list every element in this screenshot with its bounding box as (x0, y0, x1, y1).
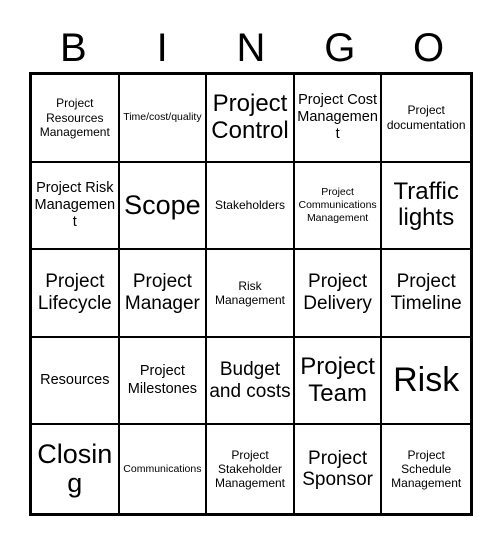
bingo-cell-label: Project Timeline (390, 271, 462, 314)
bingo-cell-label: Budget and costs (209, 358, 291, 402)
bingo-cell-label: Project Risk Management (34, 179, 116, 230)
bingo-cell-r5c4[interactable]: Project Sponsor (294, 425, 383, 513)
bingo-cell-r2c3[interactable]: Stakeholders (207, 162, 295, 251)
bingo-header-letter-i: I (156, 26, 168, 70)
bingo-header-row: B I N G O (29, 22, 473, 70)
bingo-cell-r4c2[interactable]: Project Milestones (119, 337, 208, 426)
bingo-cell-r5c1[interactable]: Closing (32, 425, 120, 513)
bingo-cell-r2c4[interactable]: Project Communications Management (294, 162, 383, 251)
bingo-cell-r5c5[interactable]: Project Schedule Management (382, 425, 470, 513)
bingo-cell-label: Project Lifecycle (37, 271, 112, 314)
bingo-cell-r1c2[interactable]: Time/cost/quality (119, 75, 208, 163)
bingo-cell-label: Project Schedule Management (391, 447, 462, 491)
bingo-cell-label: Risk (393, 361, 460, 400)
bingo-header-letter-o: O (413, 26, 445, 70)
bingo-cell-r4c4[interactable]: Project Team (294, 337, 383, 426)
bingo-cell-label: Project Team (300, 352, 375, 407)
bingo-cell-label: Communications (123, 462, 202, 475)
bingo-grid: Project Resources Management Time/cost/qu… (29, 72, 473, 516)
bingo-cell-label: Project Delivery (303, 271, 372, 314)
bingo-cell-label: Traffic lights (393, 177, 459, 232)
bingo-cell-r3c2[interactable]: Project Manager (119, 250, 208, 338)
bingo-cell-label: Project Cost Management (297, 92, 378, 143)
bingo-card: B I N G O Project Resources Management Ti… (0, 0, 501, 544)
bingo-header-letter-b: B (60, 26, 87, 70)
bingo-cell-r4c3[interactable]: Budget and costs (207, 337, 295, 426)
bingo-cell-r2c1[interactable]: Project Risk Management (32, 162, 120, 251)
bingo-cell-label: Project Manager (124, 271, 200, 314)
bingo-cell-label: Stakeholders (214, 198, 286, 213)
bingo-cell-r1c3[interactable]: Project Control (207, 75, 295, 163)
bingo-header-letter-g: G (324, 26, 356, 70)
bingo-cell-label: Scope (124, 189, 201, 220)
bingo-cell-r1c1[interactable]: Project Resources Management (32, 75, 120, 163)
bingo-cell-label: Project Milestones (127, 363, 198, 397)
bingo-cell-label: Project Communications Management (298, 186, 377, 224)
bingo-cell-r3c1[interactable]: Project Lifecycle (32, 250, 120, 338)
bingo-cell-r5c2[interactable]: Communications (119, 425, 208, 513)
bingo-cell-label: Project documentation (386, 103, 466, 132)
bingo-cell-r3c3[interactable]: Risk Management (207, 250, 295, 338)
bingo-cell-r2c5[interactable]: Traffic lights (382, 162, 470, 251)
bingo-header-letter-n: N (236, 26, 266, 70)
bingo-cell-r1c4[interactable]: Project Cost Management (294, 75, 383, 163)
bingo-cell-r3c4[interactable]: Project Delivery (294, 250, 383, 338)
bingo-cell-label: Resources (40, 372, 110, 389)
bingo-cell-r3c5[interactable]: Project Timeline (382, 250, 470, 338)
bingo-cell-label: Project Stakeholder Management (214, 447, 286, 491)
bingo-cell-r4c5[interactable]: Risk (382, 337, 470, 426)
bingo-cell-label: Project Resources Management (39, 96, 110, 139)
bingo-cell-r2c2[interactable]: Scope (119, 162, 208, 251)
bingo-cell-label: Project Control (211, 89, 289, 144)
bingo-cell-label: Time/cost/quality (123, 111, 202, 124)
bingo-cell-r1c5[interactable]: Project documentation (382, 75, 470, 163)
bingo-cell-r5c3[interactable]: Project Stakeholder Management (207, 425, 295, 513)
bingo-cell-label: Project Sponsor (302, 447, 373, 491)
bingo-cell-r4c1[interactable]: Resources (32, 337, 120, 426)
bingo-cell-label: Closing (37, 438, 113, 499)
bingo-cell-label: Risk Management (214, 278, 286, 307)
